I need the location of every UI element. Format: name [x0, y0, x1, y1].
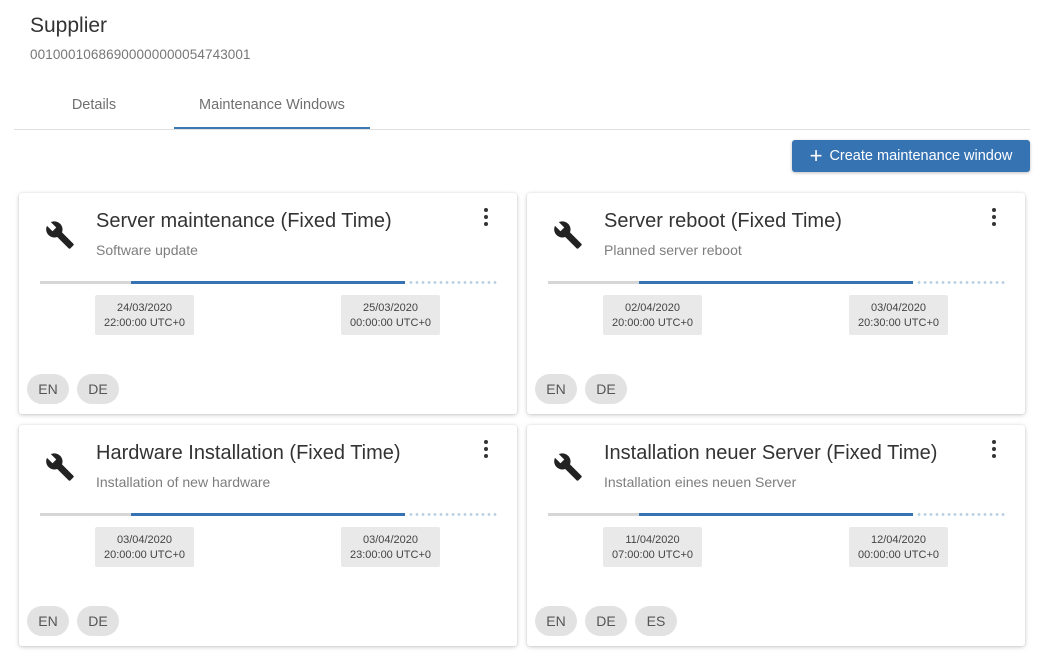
end-date: 25/03/2020: [362, 302, 419, 314]
card-subtitle: Installation of new hardware: [96, 474, 271, 490]
start-date: 03/04/2020: [116, 534, 173, 546]
language-chips: EN DE ES: [535, 606, 685, 636]
maintenance-window-card[interactable]: Server reboot (Fixed Time) Planned serve…: [527, 193, 1025, 414]
end-date-chip: 25/03/2020 00:00:00 UTC+0: [341, 295, 440, 335]
timeline-bar: [548, 513, 1006, 517]
end-date: 03/04/2020: [362, 534, 419, 546]
more-vert-icon[interactable]: [987, 208, 1001, 230]
wrench-icon: [554, 221, 582, 249]
more-vert-icon[interactable]: [479, 208, 493, 230]
more-vert-icon[interactable]: [987, 440, 1001, 462]
card-title: Server reboot (Fixed Time): [604, 210, 842, 232]
more-vert-icon[interactable]: [479, 440, 493, 462]
maintenance-window-card[interactable]: Installation neuer Server (Fixed Time) I…: [527, 425, 1025, 646]
create-button-label: Create maintenance window: [829, 148, 1013, 164]
language-chip[interactable]: DE: [77, 374, 119, 404]
start-date: 24/03/2020: [116, 302, 173, 314]
start-time: 07:00:00 UTC+0: [611, 549, 694, 561]
end-date-chip: 03/04/2020 20:30:00 UTC+0: [849, 295, 948, 335]
start-time: 20:00:00 UTC+0: [611, 317, 694, 329]
wrench-icon: [554, 453, 582, 481]
start-date-chip: 24/03/2020 22:00:00 UTC+0: [95, 295, 194, 335]
end-date: 12/04/2020: [870, 534, 927, 546]
language-chip[interactable]: EN: [27, 606, 69, 636]
start-date: 02/04/2020: [624, 302, 681, 314]
language-chip[interactable]: DE: [77, 606, 119, 636]
timeline-bar: [548, 281, 1006, 285]
language-chip[interactable]: DE: [585, 374, 627, 404]
maintenance-window-card[interactable]: Hardware Installation (Fixed Time) Insta…: [19, 425, 517, 646]
tab-maintenance-windows[interactable]: Maintenance Windows: [174, 82, 370, 129]
card-subtitle: Software update: [96, 242, 198, 258]
wrench-icon: [46, 221, 74, 249]
timeline-bar: [40, 513, 498, 517]
card-subtitle: Installation eines neuen Server: [604, 474, 797, 490]
language-chip[interactable]: EN: [27, 374, 69, 404]
card-title: Server maintenance (Fixed Time): [96, 210, 392, 232]
maintenance-window-card[interactable]: Server maintenance (Fixed Time) Software…: [19, 193, 517, 414]
card-subtitle: Planned server reboot: [604, 242, 742, 258]
plus-icon: +: [809, 143, 823, 168]
supplier-id: 00100010686900000000054743001: [30, 47, 251, 62]
language-chip[interactable]: EN: [535, 374, 577, 404]
tab-bar: Details Maintenance Windows: [14, 82, 1030, 130]
language-chips: EN DE: [27, 374, 127, 404]
language-chip[interactable]: ES: [635, 606, 677, 636]
card-title: Installation neuer Server (Fixed Time): [604, 442, 938, 464]
end-date-chip: 12/04/2020 00:00:00 UTC+0: [849, 527, 948, 567]
start-time: 20:00:00 UTC+0: [103, 549, 186, 561]
wrench-icon: [46, 453, 74, 481]
start-date: 11/04/2020: [625, 534, 680, 546]
end-date-chip: 03/04/2020 23:00:00 UTC+0: [341, 527, 440, 567]
timeline-bar: [40, 281, 498, 285]
language-chips: EN DE: [27, 606, 127, 636]
language-chip[interactable]: DE: [585, 606, 627, 636]
end-time: 23:00:00 UTC+0: [349, 549, 432, 561]
language-chip[interactable]: EN: [535, 606, 577, 636]
page-title: Supplier: [30, 14, 108, 37]
start-date-chip: 11/04/2020 07:00:00 UTC+0: [603, 527, 702, 567]
tab-details[interactable]: Details: [14, 82, 174, 129]
language-chips: EN DE: [535, 374, 635, 404]
end-time: 00:00:00 UTC+0: [349, 317, 432, 329]
end-time: 20:30:00 UTC+0: [857, 317, 940, 329]
end-time: 00:00:00 UTC+0: [857, 549, 940, 561]
create-maintenance-window-button[interactable]: + Create maintenance window: [792, 140, 1030, 172]
card-title: Hardware Installation (Fixed Time): [96, 442, 401, 464]
start-time: 22:00:00 UTC+0: [103, 317, 186, 329]
start-date-chip: 03/04/2020 20:00:00 UTC+0: [95, 527, 194, 567]
start-date-chip: 02/04/2020 20:00:00 UTC+0: [603, 295, 702, 335]
end-date: 03/04/2020: [870, 302, 927, 314]
